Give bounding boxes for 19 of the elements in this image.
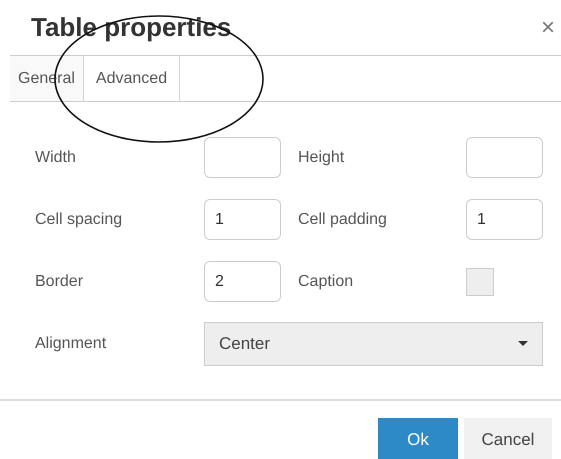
field-label: Width bbox=[35, 148, 77, 166]
tab[interactable]: Advanced bbox=[82, 56, 180, 101]
input-field[interactable]: 2 bbox=[204, 261, 281, 302]
field-label: Caption bbox=[298, 272, 354, 290]
field-label: Cell spacing bbox=[35, 210, 124, 228]
ok-button[interactable]: Ok bbox=[378, 418, 458, 459]
field-label: Cell padding bbox=[298, 210, 388, 228]
input-field[interactable]: 1 bbox=[466, 199, 543, 240]
field-label: Height bbox=[298, 148, 346, 166]
alignment-dropdown[interactable]: Center bbox=[204, 322, 543, 366]
checkbox[interactable] bbox=[466, 268, 494, 296]
cancel-button[interactable]: Cancel bbox=[464, 418, 552, 459]
input-field[interactable]: 1 bbox=[204, 199, 281, 240]
input-field[interactable] bbox=[466, 137, 543, 178]
caret-icon bbox=[518, 341, 528, 346]
input-field[interactable] bbox=[204, 137, 281, 178]
close-button[interactable]: × bbox=[540, 14, 555, 42]
field-label: Border bbox=[35, 272, 84, 290]
field-label: Alignment bbox=[35, 334, 108, 352]
